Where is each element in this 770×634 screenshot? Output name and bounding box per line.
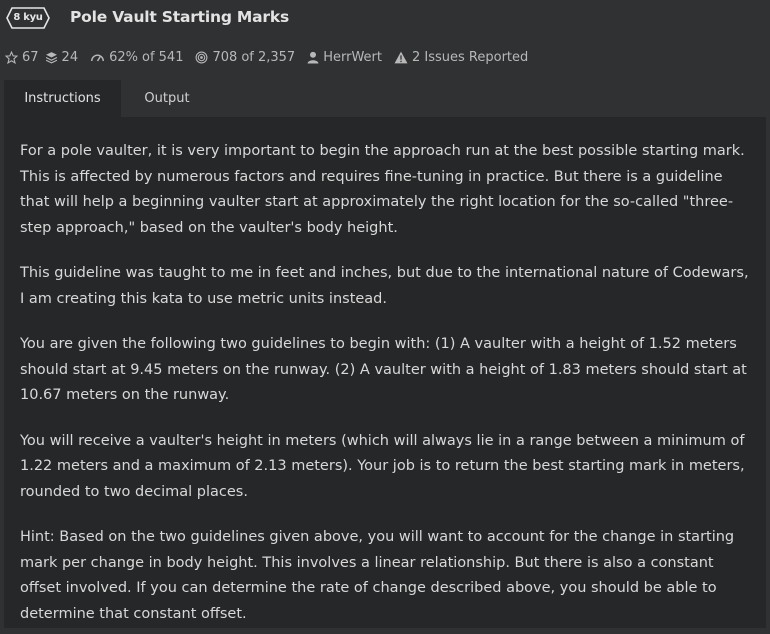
panel-bottom-border	[4, 628, 766, 634]
kata-header: 8 kyu Pole Vault Starting Marks 67 24 62…	[0, 0, 770, 80]
target-icon	[196, 51, 208, 63]
tab-output[interactable]: Output	[121, 80, 213, 117]
collections-count: 24	[61, 49, 79, 65]
description-paragraph: This guideline was taught to me in feet …	[20, 265, 749, 307]
warning-icon	[394, 51, 408, 63]
star-icon	[5, 50, 18, 64]
satisfaction-rating: 62%	[109, 49, 138, 65]
author-name[interactable]: HerrWert	[323, 50, 382, 65]
instructions-panel: For a pole vaulter, it is very important…	[4, 117, 766, 628]
issues-stat[interactable]: 2 Issues Reported	[394, 50, 528, 65]
gauge-icon	[91, 53, 105, 61]
kata-stats: 67 24 62% of 541 708 of 2,357 HerrWert 2…	[5, 47, 528, 67]
stars-stat[interactable]: 67	[5, 50, 39, 65]
rank-label: 8 kyu	[13, 12, 43, 23]
description-paragraph: You will receive a vaulter's height in m…	[20, 432, 745, 500]
description-paragraph: For a pole vaulter, it is very important…	[20, 143, 745, 236]
description-paragraph: Hint: Based on the two guidelines given …	[20, 529, 735, 622]
rank-badge: 8 kyu	[6, 7, 50, 29]
author-stat[interactable]: HerrWert	[307, 50, 382, 65]
completed-stat: 708 of 2,357	[195, 50, 295, 65]
tab-instructions[interactable]: Instructions	[4, 80, 121, 117]
collections-stat[interactable]: 24	[45, 49, 79, 65]
stack-icon	[45, 51, 57, 64]
satisfaction-stat: 62% of 541	[90, 50, 183, 65]
completed-count: 708	[212, 49, 238, 65]
kata-title: Pole Vault Starting Marks	[70, 8, 289, 26]
issues-count[interactable]: 2 Issues Reported	[412, 50, 528, 65]
description-paragraph: You are given the following two guidelin…	[20, 336, 747, 403]
stars-count: 67	[22, 49, 39, 65]
completed-total: of 2,357	[241, 49, 296, 65]
tab-bar: Instructions Output	[4, 80, 213, 117]
satisfaction-votes: of 541	[142, 49, 184, 65]
user-icon	[307, 51, 319, 63]
